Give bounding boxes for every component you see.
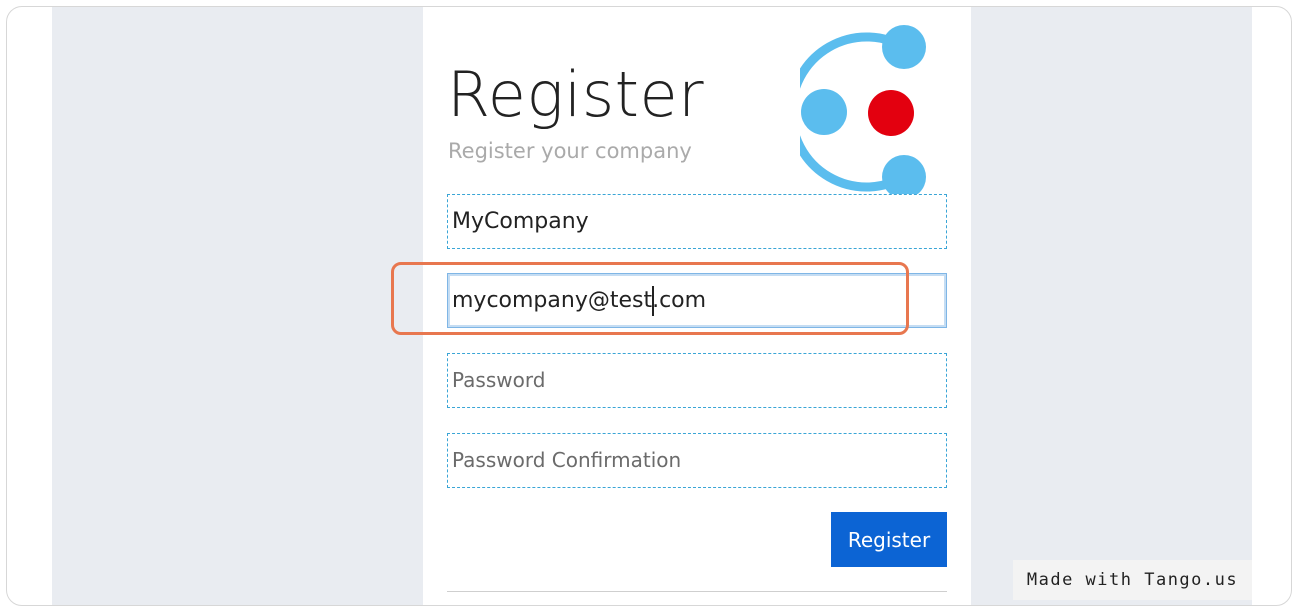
page-subtitle: Register your company [448,139,692,163]
text-cursor [652,286,654,316]
logo-dot-top [882,25,926,69]
page-title: Register [447,58,705,131]
company-logo-icon [800,25,926,197]
made-with-tango-badge: Made with Tango.us [1013,560,1252,600]
company-name-field [447,194,947,249]
logo-dot-center [868,90,914,136]
logo-dot-bottom [882,155,926,197]
register-card: Register Register your company MyCompany… [423,7,971,605]
password-input[interactable] [448,354,946,407]
form-divider [447,591,947,592]
password-field [447,353,947,408]
email-input[interactable] [448,274,946,327]
password-confirmation-field [447,433,947,488]
company-name-input[interactable] [448,195,946,248]
password-confirmation-input[interactable] [448,434,946,487]
email-field [447,273,947,328]
logo-dot-left [801,89,847,135]
screenshot-frame: Register Register your company MyCompany… [6,6,1292,606]
register-button[interactable]: Register [831,512,947,567]
